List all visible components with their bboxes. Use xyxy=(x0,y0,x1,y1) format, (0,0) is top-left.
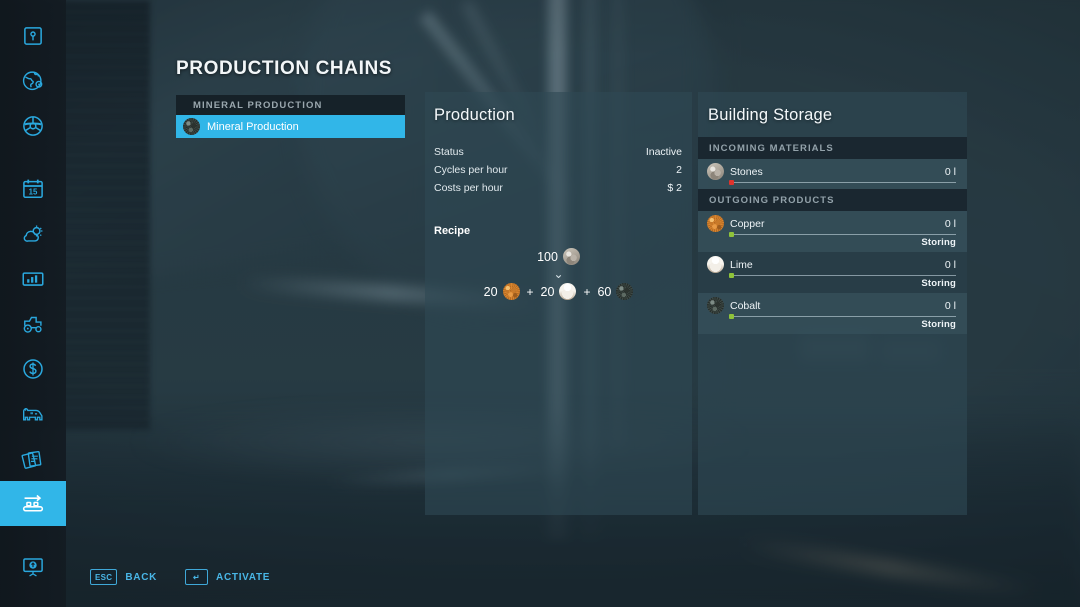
copper-icon xyxy=(707,215,724,232)
storage-row-fillbar xyxy=(729,273,956,278)
chevron-down-icon: ⌄ xyxy=(553,267,564,281)
hint-back[interactable]: ESC BACK xyxy=(90,569,157,585)
key-esc: ESC xyxy=(90,569,118,585)
lime-icon xyxy=(559,283,577,300)
stat-cycles-label: Cycles per hour xyxy=(434,164,508,176)
tractor-icon xyxy=(23,316,42,333)
chain-list-item[interactable]: Mineral Production xyxy=(176,115,405,138)
chain-category-header: MINERAL PRODUCTION xyxy=(176,95,405,115)
hint-activate-label: ACTIVATE xyxy=(216,571,271,583)
recipe-input-row: 100 xyxy=(537,248,580,265)
sidebar-item-animals[interactable] xyxy=(0,391,66,436)
status-dot-alert xyxy=(729,180,734,185)
recipe-output-0-amount: 20 xyxy=(483,284,498,299)
storage-row-amount: 0 l xyxy=(944,217,956,230)
recipe-plus-1: + xyxy=(583,284,591,299)
storage-row-fillbar xyxy=(729,180,956,185)
finances-icon xyxy=(23,358,43,379)
animals-icon xyxy=(23,407,43,421)
storage-row[interactable]: Cobalt 0 l Storing xyxy=(698,293,967,334)
stat-status: Status Inactive xyxy=(434,143,682,161)
cobalt-icon xyxy=(616,283,634,300)
chain-list-item-label: Mineral Production xyxy=(207,120,299,133)
stat-status-value: Inactive xyxy=(645,146,682,158)
storage-sections: INCOMING MATERIALS Stones 0 l OUTGOING P… xyxy=(698,137,967,334)
production-panel-title: Production xyxy=(434,106,515,124)
presentation-icon xyxy=(23,557,43,576)
storage-row-state: Storing xyxy=(921,278,956,289)
storage-row-state: Storing xyxy=(921,319,956,330)
storage-row-fillbar xyxy=(729,232,956,237)
storage-section-heading-outgoing: OUTGOING PRODUCTS xyxy=(698,189,967,211)
sidebar-nav: 15 xyxy=(0,0,66,607)
recipe-output-1-amount: 20 xyxy=(540,284,555,299)
sidebar-item-calendar[interactable]: 15 xyxy=(0,166,66,211)
contracts-icon xyxy=(21,450,42,469)
stat-status-label: Status xyxy=(434,146,464,158)
storage-row-name: Stones xyxy=(730,165,763,178)
storage-row[interactable]: Lime 0 l Storing xyxy=(698,252,967,293)
storage-row-amount: 0 l xyxy=(944,299,956,312)
storage-row-name: Cobalt xyxy=(730,299,761,312)
production-chains-column: PRODUCTION CHAINS MINERAL PRODUCTION Min… xyxy=(176,58,405,138)
sidebar-item-globe[interactable] xyxy=(0,58,66,103)
storage-row-state: Storing xyxy=(921,237,956,248)
status-dot-ok xyxy=(729,273,734,278)
storage-panel-title: Building Storage xyxy=(708,106,833,124)
stat-costs-value: $ 2 xyxy=(667,182,682,194)
production-stats: Status Inactive Cycles per hour 2 Costs … xyxy=(425,143,692,197)
svg-text:15: 15 xyxy=(29,187,38,196)
production-icon xyxy=(22,494,44,511)
storage-row[interactable]: Copper 0 l Storing xyxy=(698,211,967,252)
status-dot-ok xyxy=(729,232,734,237)
recipe-diagram: 100 ⌄ 20 + 20 + 60 xyxy=(425,248,692,300)
storage-row-amount: 0 l xyxy=(944,165,956,178)
production-panel: Production Status Inactive Cycles per ho… xyxy=(425,92,692,515)
recipe-plus-0: + xyxy=(526,284,534,299)
cobalt-icon xyxy=(707,297,724,314)
stone-icon xyxy=(707,163,724,180)
hint-activate[interactable]: ↵ ACTIVATE xyxy=(185,569,270,585)
steering-wheel-icon xyxy=(23,115,43,136)
globe-icon xyxy=(22,70,43,90)
cobalt-ore-icon xyxy=(183,118,200,135)
weather-icon xyxy=(23,224,43,242)
stat-costs-label: Costs per hour xyxy=(434,182,503,194)
sidebar-item-presentation[interactable] xyxy=(0,544,66,589)
sidebar-item-vehicles[interactable] xyxy=(0,301,66,346)
stat-cycles-value: 2 xyxy=(676,164,682,176)
status-dot-ok xyxy=(729,314,734,319)
calendar-icon: 15 xyxy=(23,179,43,198)
sidebar-item-contracts[interactable] xyxy=(0,436,66,481)
recipe-output-row: 20 + 20 + 60 xyxy=(484,283,634,300)
hint-back-label: BACK xyxy=(125,571,158,583)
building-storage-panel: Building Storage INCOMING MATERIALS Ston… xyxy=(698,92,967,515)
sidebar-item-weather[interactable] xyxy=(0,211,66,256)
storage-row-name: Lime xyxy=(730,258,753,271)
stat-cycles: Cycles per hour 2 xyxy=(434,161,682,179)
footer-help-bar: ESC BACK ↵ ACTIVATE xyxy=(90,569,270,585)
stat-costs: Costs per hour $ 2 xyxy=(434,179,682,197)
recipe-title: Recipe xyxy=(434,225,471,237)
page-title: PRODUCTION CHAINS xyxy=(176,58,393,79)
sidebar-item-finances[interactable] xyxy=(0,346,66,391)
sidebar-item-production[interactable] xyxy=(0,481,66,526)
recipe-input-amount: 100 xyxy=(537,249,558,264)
storage-row[interactable]: Stones 0 l xyxy=(698,159,967,189)
key-enter: ↵ xyxy=(185,569,209,585)
lime-icon xyxy=(707,256,724,273)
storage-row-amount: 0 l xyxy=(944,258,956,271)
copper-icon xyxy=(502,283,520,300)
storage-row-name: Copper xyxy=(730,217,765,230)
sidebar-item-steering[interactable] xyxy=(0,103,66,148)
stone-icon xyxy=(562,248,580,265)
statistics-icon xyxy=(22,271,44,286)
storage-section-heading-incoming: INCOMING MATERIALS xyxy=(698,137,967,159)
recipe-output-2-amount: 60 xyxy=(597,284,612,299)
overview-map-icon xyxy=(24,26,42,45)
storage-row-fillbar xyxy=(729,314,956,319)
sidebar-item-overview-map[interactable] xyxy=(0,13,66,58)
sidebar-item-statistics[interactable] xyxy=(0,256,66,301)
